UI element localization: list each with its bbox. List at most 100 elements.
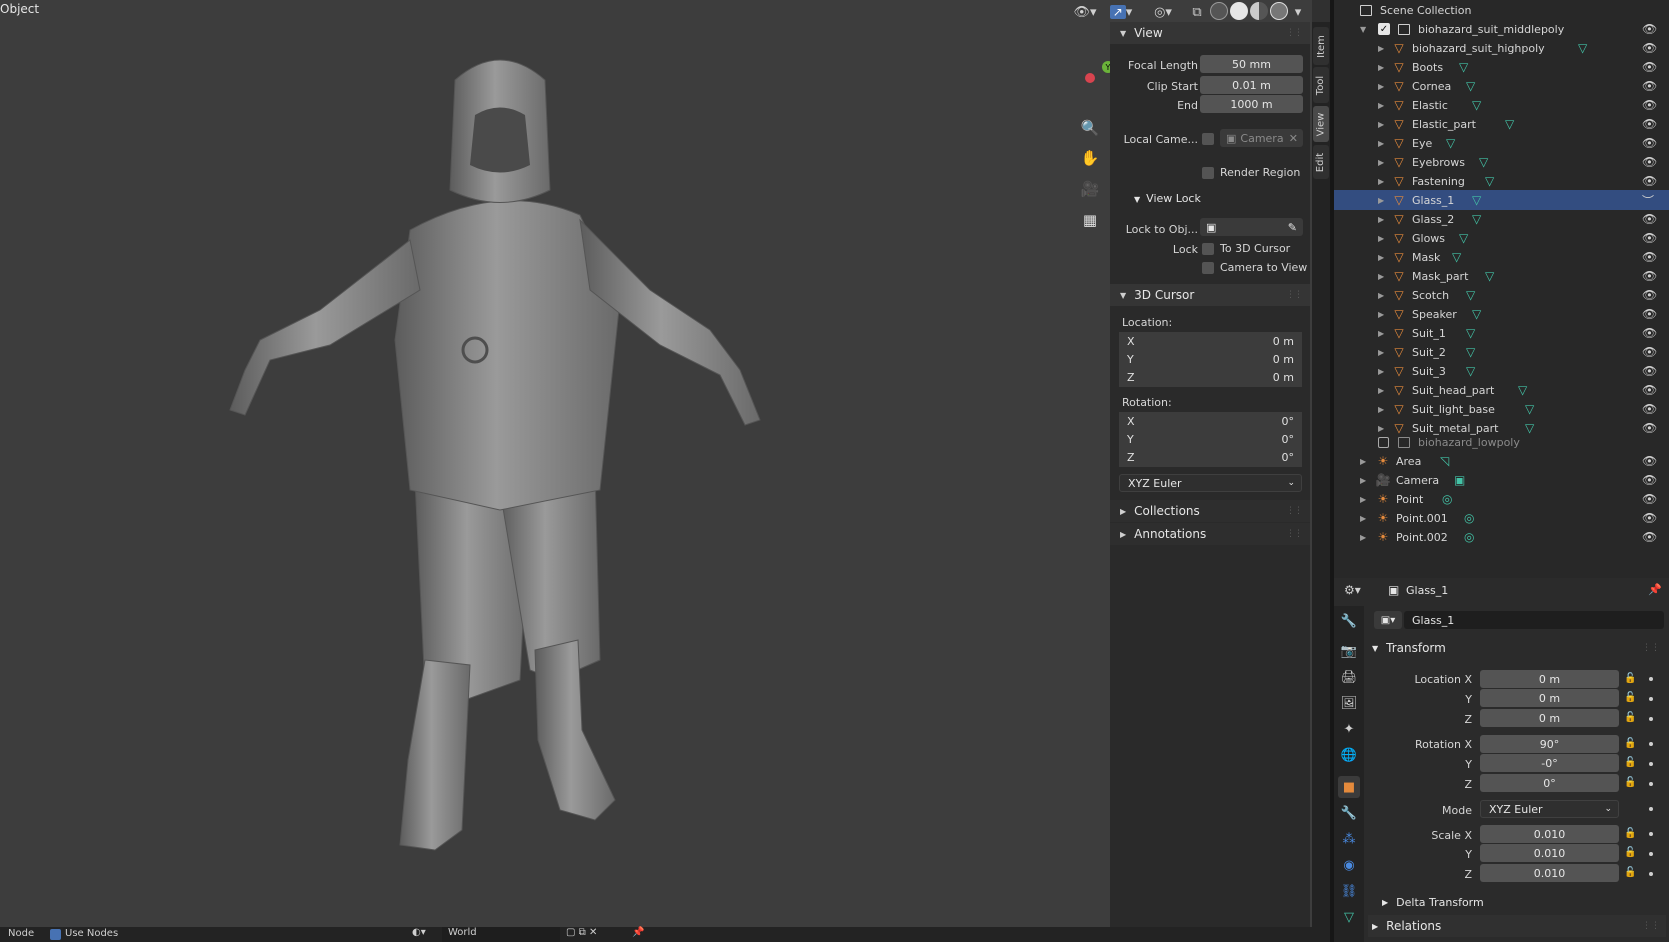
overlays-icon[interactable]: ◎▾ xyxy=(1146,2,1180,22)
tab-view[interactable]: View xyxy=(1313,106,1329,142)
node-menu[interactable]: Node xyxy=(8,928,34,939)
outliner-item-elastic-part[interactable]: ▶ ▽ Elastic_part ▽ 👁 xyxy=(1334,114,1669,134)
eye-icon[interactable]: 👁 xyxy=(1642,174,1657,188)
mesh-data-icon[interactable]: ▽ xyxy=(1472,193,1481,207)
mesh-data-icon[interactable]: ▽ xyxy=(1466,364,1475,378)
rotation-mode-dropdown[interactable]: XYZ Euler ⌄ xyxy=(1480,800,1619,818)
lock-to-object-field[interactable]: ▣ ✎ xyxy=(1200,218,1303,236)
point-light-data-icon[interactable]: ◎ xyxy=(1442,492,1452,506)
scale-y-field[interactable]: 0.010 xyxy=(1480,844,1619,862)
expand-arrow-icon[interactable]: ▶ xyxy=(1378,367,1384,376)
mesh-data-icon[interactable]: ▽ xyxy=(1518,383,1527,397)
expand-arrow-icon[interactable]: ▶ xyxy=(1360,457,1366,466)
tab-item[interactable]: Item xyxy=(1313,27,1329,65)
eye-icon[interactable]: 👁 xyxy=(1642,454,1657,468)
eye-icon[interactable]: 👁 xyxy=(1642,364,1657,378)
outliner-item-point-002[interactable]: ▶ ☀ Point.002 ◎ 👁 xyxy=(1334,527,1669,547)
outliner-item-suit-3[interactable]: ▶ ▽ Suit_3 ▽ 👁 xyxy=(1334,361,1669,381)
constraints-tab-icon[interactable]: ⛓ xyxy=(1338,880,1360,902)
camera-view-icon[interactable]: 🎥 xyxy=(1077,176,1103,202)
keyframe-dot-icon[interactable] xyxy=(1649,717,1653,721)
lock-icon[interactable]: 🔓 xyxy=(1624,712,1636,723)
area-light-data-icon[interactable]: ◹ xyxy=(1440,454,1449,468)
camera-to-view-checkbox[interactable] xyxy=(1202,262,1214,274)
expand-arrow-icon[interactable]: ▼ xyxy=(1360,25,1366,34)
expand-arrow-icon[interactable]: ▶ xyxy=(1378,329,1384,338)
physics-tab-icon[interactable]: ◉ xyxy=(1338,854,1360,876)
expand-arrow-icon[interactable]: ▶ xyxy=(1378,44,1384,53)
outliner-item-cornea[interactable]: ▶ ▽ Cornea ▽ 👁 xyxy=(1334,76,1669,96)
collections-section-header[interactable]: ▶ Collections ⋮⋮ xyxy=(1110,500,1310,522)
lock-icon[interactable]: 🔓 xyxy=(1624,867,1636,878)
zoom-icon[interactable]: 🔍 xyxy=(1077,115,1103,141)
hand-pan-icon[interactable]: ✋ xyxy=(1077,145,1103,171)
mesh-data-icon[interactable]: ▽ xyxy=(1446,136,1455,150)
keyframe-dot-icon[interactable] xyxy=(1649,697,1653,701)
outliner-item-glass-2[interactable]: ▶ ▽ Glass_2 ▽ 👁 xyxy=(1334,209,1669,229)
output-tab-icon[interactable]: 🖨 xyxy=(1338,666,1360,688)
gizmo-toggle[interactable]: ↗ ▾ xyxy=(1104,2,1138,22)
keyframe-dot-icon[interactable] xyxy=(1649,852,1653,856)
outliner-item-fastening[interactable]: ▶ ▽ Fastening ▽ 👁 xyxy=(1334,171,1669,191)
outliner-item-mask[interactable]: ▶ ▽ Mask ▽ 👁 xyxy=(1334,247,1669,267)
outliner-item-suit-head-part[interactable]: ▶ ▽ Suit_head_part ▽ 👁 xyxy=(1334,380,1669,400)
wireframe-shading-icon[interactable] xyxy=(1210,2,1228,20)
lock-icon[interactable]: 🔓 xyxy=(1624,847,1636,858)
expand-arrow-icon[interactable]: ▶ xyxy=(1360,514,1366,523)
drag-grip-icon[interactable]: ⋮⋮ xyxy=(1286,28,1303,38)
outliner-item-biohazard-suit-highpoly[interactable]: ▶ ▽ biohazard_suit_highpoly ▽ 👁 xyxy=(1334,38,1669,58)
expand-arrow-icon[interactable]: ▶ xyxy=(1378,82,1384,91)
outliner-item-scotch[interactable]: ▶ ▽ Scotch ▽ 👁 xyxy=(1334,285,1669,305)
drag-grip-icon[interactable]: ⋮⋮ xyxy=(1286,506,1303,516)
cursor-location-y[interactable]: Y 0 m xyxy=(1119,350,1302,369)
keyframe-dot-icon[interactable] xyxy=(1649,807,1653,811)
eye-icon[interactable]: 👁 xyxy=(1642,530,1657,544)
eye-icon[interactable]: 👁 xyxy=(1642,383,1657,397)
expand-arrow-icon[interactable]: ▶ xyxy=(1378,253,1384,262)
xray-icon[interactable]: ⧉ xyxy=(1186,2,1208,22)
expand-arrow-icon[interactable]: ▶ xyxy=(1378,348,1384,357)
lock-icon[interactable]: 🔓 xyxy=(1624,738,1636,749)
checkbox-icon[interactable]: ✓ xyxy=(1378,23,1390,35)
eye-icon[interactable]: 👁 xyxy=(1642,250,1657,264)
outliner-item-area[interactable]: ▶ ☀ Area ◹ 👁 xyxy=(1334,451,1669,471)
outliner-item-suit-light-base[interactable]: ▶ ▽ Suit_light_base ▽ 👁 xyxy=(1334,399,1669,419)
lock-icon[interactable]: 🔓 xyxy=(1624,673,1636,684)
eye-icon[interactable]: 👁 xyxy=(1642,492,1657,506)
outliner-item-glass-1[interactable]: ▶ ▽ Glass_1 ▽ ︶ xyxy=(1334,190,1669,210)
eye-icon[interactable]: 👁 xyxy=(1642,136,1657,150)
eye-icon[interactable]: 👁 xyxy=(1642,326,1657,340)
focal-length-field[interactable]: 50 mm xyxy=(1200,55,1303,73)
expand-arrow-icon[interactable]: ▶ xyxy=(1378,215,1384,224)
outliner-item-elastic[interactable]: ▶ ▽ Elastic ▽ 👁 xyxy=(1334,95,1669,115)
outliner-item-eyebrows[interactable]: ▶ ▽ Eyebrows ▽ 👁 xyxy=(1334,152,1669,172)
to-3d-cursor-checkbox[interactable] xyxy=(1202,243,1214,255)
eye-icon[interactable]: 👁 xyxy=(1642,155,1657,169)
outliner-scene-collection[interactable]: Scene Collection xyxy=(1334,0,1669,20)
eye-icon[interactable]: 👁 xyxy=(1642,79,1657,93)
shading-dropdown-icon[interactable]: ▾ xyxy=(1290,2,1306,22)
outliner-item-glows[interactable]: ▶ ▽ Glows ▽ 👁 xyxy=(1334,228,1669,248)
eye-icon[interactable]: 👁 xyxy=(1642,60,1657,74)
expand-arrow-icon[interactable]: ▶ xyxy=(1378,291,1384,300)
relations-panel-header[interactable]: ▶ Relations ⋮⋮ xyxy=(1368,915,1666,937)
mesh-data-icon[interactable]: ▽ xyxy=(1525,402,1534,416)
mesh-data-icon[interactable]: ▽ xyxy=(1472,98,1481,112)
eye-icon[interactable]: 👁 xyxy=(1642,288,1657,302)
world-name-field[interactable]: World xyxy=(442,927,560,942)
eye-icon[interactable]: 👁 xyxy=(1642,511,1657,525)
use-nodes-checkbox[interactable] xyxy=(50,929,61,940)
eye-icon[interactable]: 👁 xyxy=(1642,307,1657,321)
keyframe-dot-icon[interactable] xyxy=(1649,782,1653,786)
outliner-item-point-001[interactable]: ▶ ☀ Point.001 ◎ 👁 xyxy=(1334,508,1669,528)
clip-end-field[interactable]: 1000 m xyxy=(1200,95,1303,113)
outliner-item-eye[interactable]: ▶ ▽ Eye ▽ 👁 xyxy=(1334,133,1669,153)
expand-arrow-icon[interactable]: ▶ xyxy=(1360,533,1366,542)
mesh-data-icon[interactable]: ▽ xyxy=(1466,288,1475,302)
mesh-data-icon[interactable]: ▽ xyxy=(1459,231,1468,245)
cursor-location-z[interactable]: Z 0 m xyxy=(1119,368,1302,387)
pin-icon[interactable]: 📌 xyxy=(632,927,644,938)
pin-icon[interactable]: 📌 xyxy=(1648,583,1662,596)
drag-grip-icon[interactable]: ⋮⋮ xyxy=(1286,529,1303,539)
lock-icon[interactable]: 🔓 xyxy=(1624,757,1636,768)
